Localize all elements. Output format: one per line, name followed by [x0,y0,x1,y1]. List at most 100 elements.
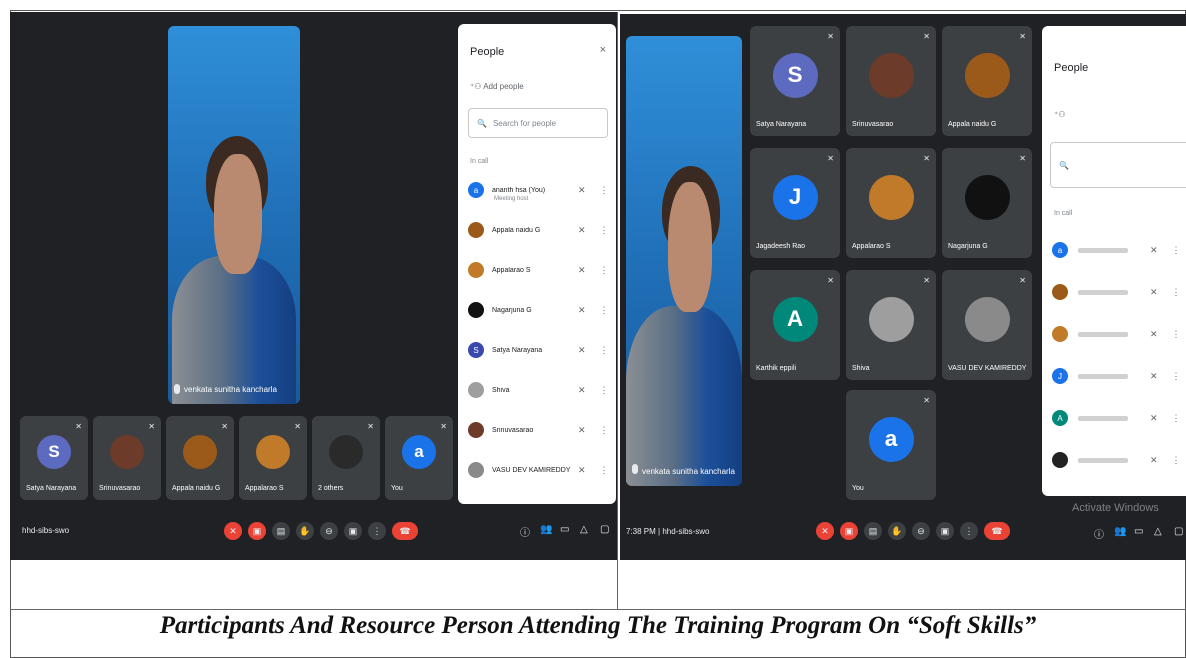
participant-row[interactable]: Appalarao S ✕ ⋮ [468,262,609,278]
avatar: a [468,182,484,198]
effects-button[interactable]: ⊖ [320,522,338,540]
leave-call-button[interactable]: ☎ [392,522,418,540]
raise-hand-button[interactable]: ✋ [296,522,314,540]
participant-tile[interactable]: ✕ Appalarao S [846,148,936,258]
tile-name: You [852,485,864,492]
add-people-label: Add people [483,82,524,91]
more-options-icon[interactable]: ⋮ [600,345,609,356]
participant-tile[interactable]: ✕ Nagarjuna G [942,148,1032,258]
panel-title: People [1054,62,1089,74]
lock-icon[interactable]: ▢ [1174,526,1183,537]
profile-photo [868,52,914,98]
mic-off-icon: ✕ [1150,370,1158,381]
people-icon[interactable]: 👥 [540,524,552,535]
participant-tile[interactable]: ✕ Shiva [846,270,936,380]
participant-row[interactable]: VASU DEV KAMIREDDY ✕ ⋮ [468,462,609,478]
participant-row[interactable]: Appala naidu G ✕ ⋮ [468,222,609,238]
more-options-icon[interactable]: ⋮ [1172,287,1181,298]
activities-icon[interactable]: △ [580,524,588,535]
more-options-icon[interactable]: ⋮ [600,465,609,476]
participant-name: ananth hsa (You) [492,186,546,194]
profile-photo [868,174,914,220]
more-options-button[interactable]: ⋮ [368,522,386,540]
participant-tile[interactable]: S ✕ Satya Narayana [750,26,840,136]
profile-photo [183,435,217,469]
participant-tile[interactable]: ✕ 2 others [312,416,380,500]
blurred-name [1078,457,1128,463]
mic-off-button[interactable]: ✕ [816,522,834,540]
add-person-icon[interactable]: ⁺⚇ [1054,110,1065,119]
tile-name: Appala naidu G [172,485,221,492]
participant-tile[interactable]: ✕ Appalarao S [239,416,307,500]
participant-row[interactable]: J ✕ ⋮ [1052,368,1181,384]
people-icon[interactable]: 👥 [1114,526,1126,537]
participant-row[interactable]: a ananth hsa (You) ✕ ⋮ [468,182,609,198]
camera-off-button[interactable]: ▣ [840,522,858,540]
more-options-icon[interactable]: ⋮ [600,185,609,196]
participant-tile[interactable]: ✕ Srinuvasarao [93,416,161,500]
mic-off-icon: ✕ [923,396,930,405]
caption: Participants And Resource Person Attendi… [159,612,1037,639]
leave-call-button[interactable]: ☎ [984,522,1010,540]
lock-icon[interactable]: ▢ [600,524,609,535]
avatar: J [772,174,818,220]
add-people-button[interactable]: ⁺⚇ Add people [470,82,524,91]
mic-off-button[interactable]: ✕ [224,522,242,540]
meet-screenshot-right: venkata sunitha kancharla S ✕ Satya Naraya… [620,14,1186,560]
more-options-icon[interactable]: ⋮ [600,265,609,276]
more-options-icon[interactable]: ⋮ [1172,413,1181,424]
more-options-icon[interactable]: ⋮ [1172,329,1181,340]
participant-name: VASU DEV KAMIREDDY [492,466,571,474]
search-input[interactable]: 🔍 [1050,142,1186,188]
participant-row[interactable]: a ✕ ⋮ [1052,242,1181,258]
more-options-button[interactable]: ⋮ [960,522,978,540]
participant-row[interactable]: A ✕ ⋮ [1052,410,1181,426]
tile-name: Satya Narayana [756,121,807,128]
participant-row[interactable]: ✕ ⋮ [1052,326,1181,342]
participant-tile[interactable]: A ✕ Karthik eppili [750,270,840,380]
mic-off-icon: ✕ [148,422,155,431]
participant-tile[interactable]: ✕ VASU DEV KAMIREDDY [942,270,1032,380]
participant-row[interactable]: ✕ ⋮ [1052,284,1181,300]
more-options-icon[interactable]: ⋮ [1172,245,1181,256]
more-options-icon[interactable]: ⋮ [600,225,609,236]
activities-icon[interactable]: △ [1154,526,1162,537]
raise-hand-button[interactable]: ✋ [888,522,906,540]
chat-icon[interactable]: ▭ [560,524,569,535]
participant-tile[interactable]: ✕ Appala naidu G [942,26,1032,136]
participant-row[interactable]: S Satya Narayana ✕ ⋮ [468,342,609,358]
participant-row[interactable]: Shiva ✕ ⋮ [468,382,609,398]
more-options-icon[interactable]: ⋮ [600,425,609,436]
info-icon[interactable]: ⓘ [1094,526,1104,541]
blurred-name [1078,331,1128,337]
mic-off-icon: ✕ [578,424,586,435]
participant-row[interactable]: Srinuvasarao ✕ ⋮ [468,422,609,438]
close-icon[interactable]: × [600,44,606,56]
avatar [1052,284,1068,300]
present-button[interactable]: ▣ [936,522,954,540]
participant-row[interactable]: Nagarjuna G ✕ ⋮ [468,302,609,318]
tile-name: Jagadeesh Rao [756,243,806,250]
more-options-icon[interactable]: ⋮ [600,305,609,316]
camera-off-button[interactable]: ▣ [248,522,266,540]
participant-row[interactable]: ✕ ⋮ [1052,452,1181,468]
participant-tile[interactable]: a ✕ You [846,390,936,500]
more-options-icon[interactable]: ⋮ [1172,455,1181,466]
effects-button[interactable]: ⊖ [912,522,930,540]
info-icon[interactable]: ⓘ [520,524,530,539]
chat-icon[interactable]: ▭ [1134,526,1143,537]
search-input[interactable]: 🔍 Search for people [468,108,608,138]
captions-button[interactable]: ▤ [864,522,882,540]
more-options-icon[interactable]: ⋮ [1172,371,1181,382]
captions-button[interactable]: ▤ [272,522,290,540]
participant-tile[interactable]: ✕ Appala naidu G [166,416,234,500]
avatar: a [1052,242,1068,258]
avatar: a [868,416,914,462]
more-options-icon[interactable]: ⋮ [600,385,609,396]
participant-tile[interactable]: S ✕ Satya Narayana [20,416,88,500]
participant-tile[interactable]: ✕ Srinuvasarao [846,26,936,136]
participant-tile[interactable]: a ✕ You [385,416,453,500]
present-button[interactable]: ▣ [344,522,362,540]
profile-photo [964,296,1010,342]
participant-tile[interactable]: J ✕ Jagadeesh Rao [750,148,840,258]
